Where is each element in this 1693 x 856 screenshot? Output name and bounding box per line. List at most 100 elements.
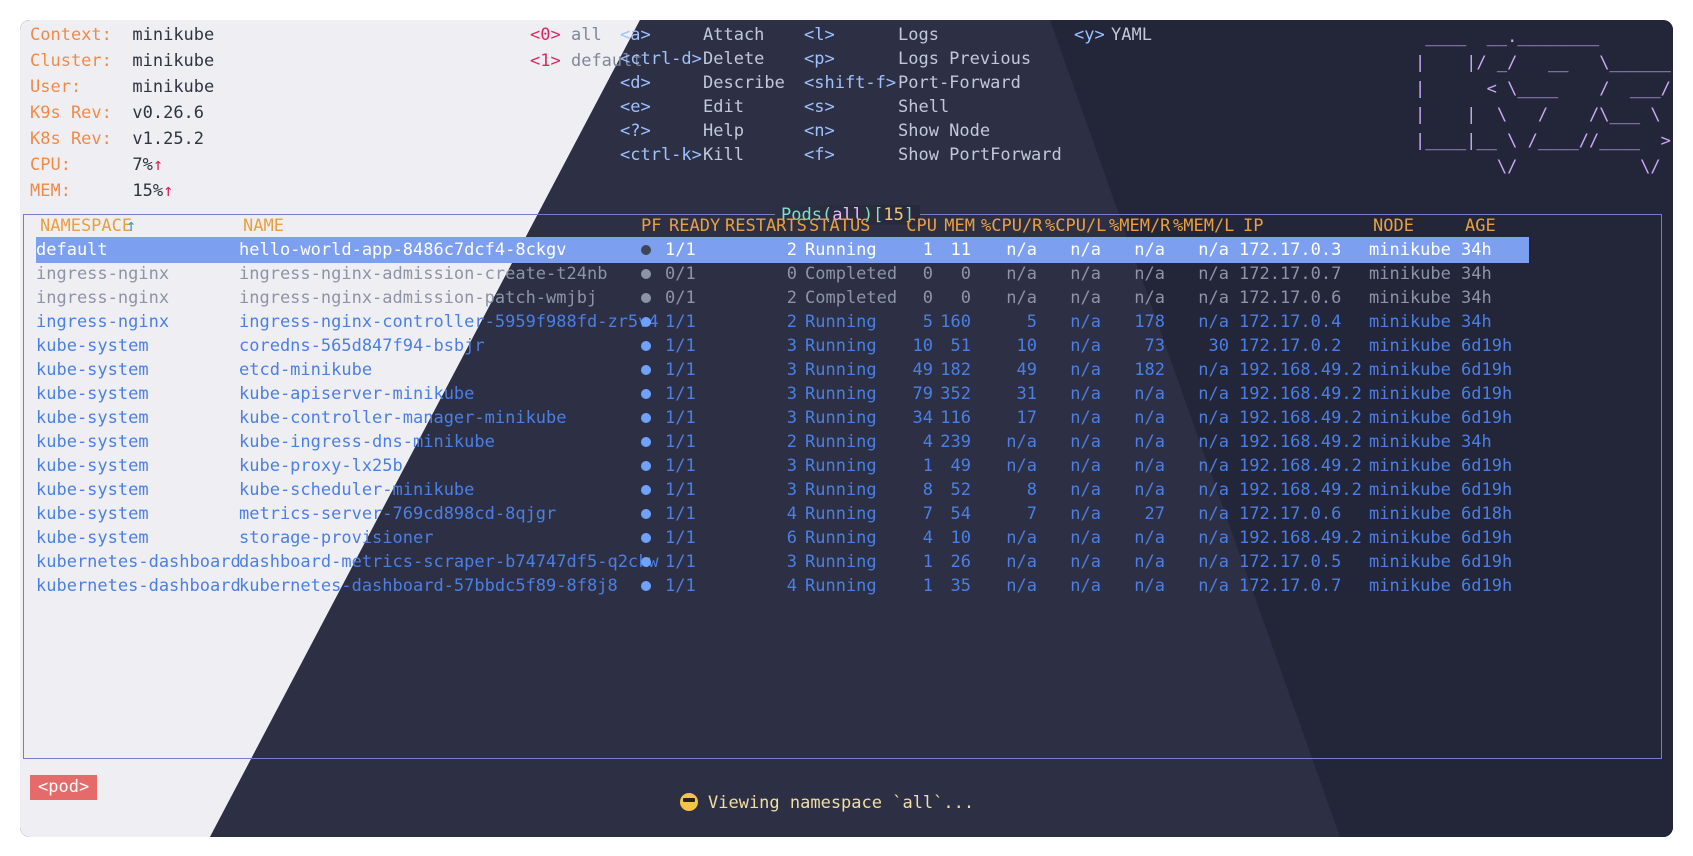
cell-cpu: 1	[922, 576, 933, 596]
cell-mem-r: n/a	[1134, 288, 1165, 308]
cell-cpu: 1	[922, 456, 933, 476]
column-header-age[interactable]: AGE	[1465, 213, 1496, 239]
cell-cpu-r: 7	[1026, 504, 1037, 524]
cell-cpu-r: n/a	[1006, 264, 1037, 284]
cell-cpu-r: n/a	[1006, 240, 1037, 260]
column-header-mem[interactable]: MEM	[941, 213, 975, 239]
cell-cpu-l: n/a	[1070, 576, 1101, 596]
table-row[interactable]: kube-system coredns-565d847f94-bsbjr 1/1 3 R…	[36, 333, 1529, 359]
port-forward-dot-icon	[641, 245, 651, 255]
cell-mem: 51	[950, 336, 971, 356]
cell-ip: 172.17.0.4	[1239, 312, 1342, 332]
hotkey-action: Logs	[898, 25, 939, 45]
column-header-ready[interactable]: READY	[669, 213, 720, 239]
cell-name: kubernetes-dashboard-57bbdc5f89-8f8j8	[239, 576, 618, 596]
cell-age: 6d19h	[1461, 456, 1513, 476]
column-header-node[interactable]: NODE	[1373, 213, 1414, 239]
table-row[interactable]: kube-system metrics-server-769cd898cd-8qj…	[36, 501, 1529, 527]
table-row[interactable]: kube-system kube-controller-manager-minik…	[36, 405, 1529, 431]
table-row[interactable]: kubernetes-dashboard dashboard-metrics-sc…	[36, 549, 1529, 575]
cell-restarts: 3	[786, 360, 797, 380]
cell-name: storage-provisioner	[239, 528, 434, 548]
cell-namespace: kube-system	[36, 384, 149, 404]
column-header-status[interactable]: STATUS	[809, 213, 870, 239]
cell-mem-l: n/a	[1198, 504, 1229, 524]
table-row[interactable]: kube-system kube-scheduler-minikube 1/1 3 Ru…	[36, 477, 1529, 503]
cell-cpu: 1	[922, 240, 933, 260]
cell-namespace: ingress-nginx	[36, 312, 170, 332]
column-header-ip[interactable]: IP	[1243, 213, 1263, 239]
cell-age: 6d18h	[1461, 504, 1513, 524]
namespace-shortcut-0[interactable]: <0> all	[530, 22, 602, 48]
cell-namespace: kube-system	[36, 408, 149, 428]
cell-restarts: 4	[786, 576, 797, 596]
cell-namespace: kube-system	[36, 528, 149, 548]
table-row[interactable]: kube-system storage-provisioner 1/1 6 Runnin…	[36, 525, 1529, 551]
table-header: NAMESPACE ↑ NAME PF READY RESTARTS STATUS CPU ME…	[40, 213, 1650, 239]
cell-name: coredns-565d847f94-bsbjr	[239, 336, 485, 356]
cell-ready: 1/1	[665, 576, 696, 596]
port-forward-dot-icon	[641, 293, 651, 303]
context-value: minikube	[132, 25, 215, 45]
table-row[interactable]: default hello-world-app-8486c7dcf4-8ckgv 1…	[36, 237, 1529, 263]
cell-cpu-l: n/a	[1070, 384, 1101, 404]
cell-restarts: 3	[786, 456, 797, 476]
cell-ip: 192.168.49.2	[1239, 384, 1362, 404]
cell-ready: 1/1	[665, 504, 696, 524]
table-row[interactable]: kube-system kube-proxy-lx25b 1/1 3 Running 1 4…	[36, 453, 1529, 479]
cell-name: ingress-nginx-admission-patch-wmjbj	[239, 288, 598, 308]
cell-cpu-r: 49	[1016, 360, 1037, 380]
cell-mem-l: n/a	[1198, 552, 1229, 572]
context-label: Context:	[30, 25, 112, 45]
cell-mem-l: n/a	[1198, 528, 1229, 548]
cell-age: 6d19h	[1461, 528, 1513, 548]
column-header-name[interactable]: NAME	[243, 213, 284, 239]
cell-status: Running	[805, 360, 877, 380]
cell-node: minikube	[1369, 312, 1451, 332]
cell-mem: 160	[940, 312, 971, 332]
k9s-rev-label: K9s Rev:	[30, 103, 112, 123]
column-header-cpu-r[interactable]: %CPU/R	[981, 213, 1042, 239]
hotkey-key: <d>	[620, 73, 651, 93]
column-header-mem-r[interactable]: %MEM/R	[1109, 213, 1170, 239]
table-row[interactable]: kube-system etcd-minikube 1/1 3 Running 49 182…	[36, 357, 1529, 383]
cell-ip: 172.17.0.6	[1239, 288, 1342, 308]
cell-ip: 172.17.0.2	[1239, 336, 1342, 356]
cell-name: etcd-minikube	[239, 360, 373, 380]
cell-cpu-r: n/a	[1006, 432, 1037, 452]
breadcrumb-pod[interactable]: <pod>	[30, 775, 98, 800]
cell-namespace: kube-system	[36, 504, 149, 524]
cell-age: 6d19h	[1461, 360, 1513, 380]
table-row[interactable]: kube-system kube-apiserver-minikube 1/1 3 Ru…	[36, 381, 1529, 407]
hotkey-action: Port-Forward	[898, 73, 1021, 93]
cell-node: minikube	[1369, 576, 1451, 596]
user-value: minikube	[132, 77, 215, 97]
cell-status: Running	[805, 504, 877, 524]
cell-cpu-l: n/a	[1070, 288, 1101, 308]
cell-name: ingress-nginx-controller-5959f988fd-zr5v…	[239, 312, 659, 332]
cell-ip: 192.168.49.2	[1239, 480, 1362, 500]
cell-restarts: 4	[786, 504, 797, 524]
column-header-cpu-l[interactable]: %CPU/L	[1045, 213, 1106, 239]
table-row[interactable]: ingress-nginx ingress-nginx-admission-pat…	[36, 285, 1529, 311]
table-row[interactable]: kube-system kube-ingress-dns-minikube 1/1 2…	[36, 429, 1529, 455]
hotkey-action: Help	[703, 121, 744, 141]
cell-age: 34h	[1461, 312, 1492, 332]
column-header-mem-l[interactable]: %MEM/L	[1173, 213, 1234, 239]
cell-cpu-l: n/a	[1070, 480, 1101, 500]
table-row[interactable]: kubernetes-dashboard kubernetes-dashboard…	[36, 573, 1529, 599]
cell-node: minikube	[1369, 528, 1451, 548]
cell-age: 34h	[1461, 432, 1492, 452]
table-row[interactable]: ingress-nginx ingress-nginx-controller-59…	[36, 309, 1529, 335]
column-header-restarts[interactable]: RESTARTS	[725, 213, 807, 239]
cell-status: Completed	[805, 264, 898, 284]
table-row[interactable]: ingress-nginx ingress-nginx-admission-cre…	[36, 261, 1529, 287]
column-header-cpu[interactable]: CPU	[903, 213, 937, 239]
user-label: User:	[30, 77, 82, 97]
column-header-pf[interactable]: PF	[641, 213, 661, 239]
cell-mem-r: 178	[1134, 312, 1165, 332]
column-header-namespace[interactable]: NAMESPACE	[40, 213, 132, 239]
cell-ready: 1/1	[665, 312, 696, 332]
mem-label: MEM:	[30, 181, 71, 201]
cell-node: minikube	[1369, 552, 1451, 572]
